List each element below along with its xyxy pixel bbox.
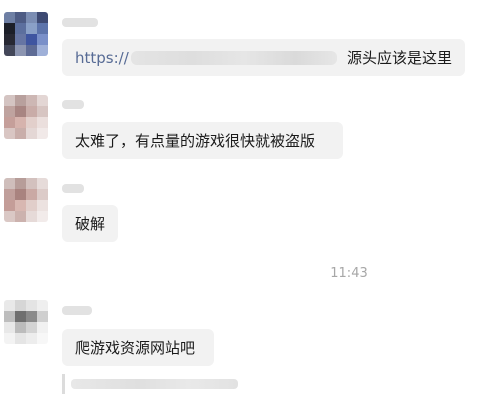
- avatar[interactable]: [4, 178, 48, 222]
- redacted-link[interactable]: [130, 50, 337, 65]
- redacted-quote-text: [71, 379, 238, 389]
- avatar[interactable]: [4, 12, 48, 56]
- sender-name: [62, 100, 84, 109]
- message-bubble[interactable]: 破解: [62, 205, 118, 242]
- timestamp: 11:43: [330, 266, 368, 281]
- message-text: 源头应该是这里: [346, 49, 452, 67]
- avatar[interactable]: [4, 95, 48, 139]
- message-link[interactable]: https://: [75, 49, 129, 67]
- sender-name: [62, 184, 84, 193]
- sender-name: [62, 18, 98, 27]
- message-text: 太难了，有点量的游戏很快就被盗版: [75, 132, 316, 150]
- sender-name: [62, 306, 92, 315]
- message-bubble[interactable]: 太难了，有点量的游戏很快就被盗版: [62, 122, 343, 159]
- message-bubble[interactable]: 爬游戏资源网站吧: [62, 329, 214, 366]
- message-text: 破解: [75, 215, 106, 233]
- message-bubble[interactable]: https:// 源头应该是这里: [62, 39, 465, 76]
- avatar[interactable]: [4, 300, 48, 344]
- quote-bar: [62, 374, 65, 394]
- quoted-message[interactable]: [62, 374, 238, 394]
- message-text: 爬游戏资源网站吧: [75, 339, 196, 357]
